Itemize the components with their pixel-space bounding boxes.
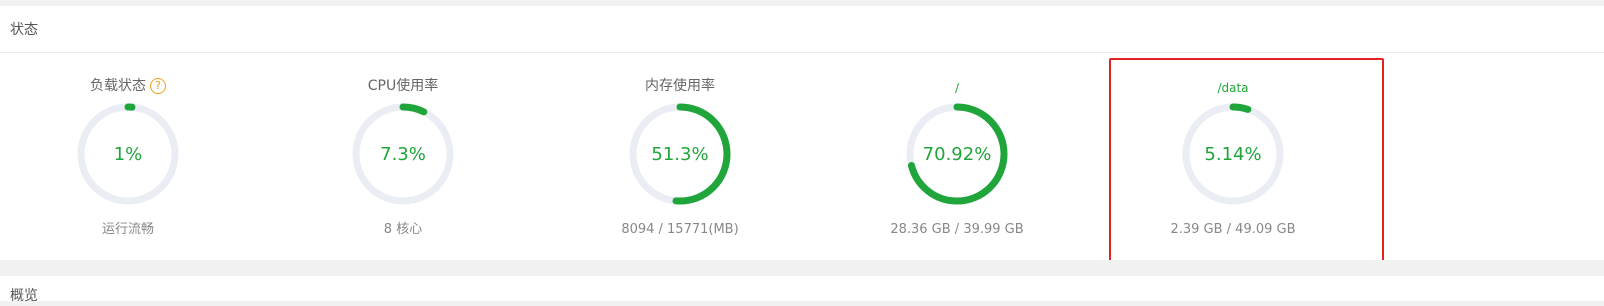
gauge-detail: 8 核心: [383, 222, 423, 237]
gauge-detail: 28.36 GB / 39.99 GB: [890, 222, 1024, 237]
root-disk-gauge[interactable]: / 70.92% 28.36 GB / 39.99 GB: [857, 68, 1057, 238]
load-status-gauge[interactable]: 负载状态? 1% 运行流畅: [28, 68, 228, 238]
gauge-label: 内存使用率: [645, 78, 715, 94]
gauge-value: 51.3%: [651, 144, 709, 165]
gauge-detail: 8094 / 15771(MB): [621, 222, 739, 237]
gauge-value: 70.92%: [922, 144, 992, 165]
gauge-label: /: [954, 81, 960, 95]
help-icon[interactable]: ?: [150, 78, 166, 94]
overview-panel: 概览: [0, 276, 1604, 304]
gauge-label: 负载状态?: [28, 76, 228, 96]
cpu-usage-gauge[interactable]: CPU使用率 7.3% 8 核心: [303, 68, 503, 238]
gauge-label: CPU使用率: [367, 78, 439, 94]
panel-gap: [0, 260, 1604, 276]
gauge-value: 1%: [113, 144, 143, 165]
highlight-annotation-box: [1109, 58, 1384, 264]
gauge-value: 7.3%: [380, 144, 426, 165]
memory-usage-gauge[interactable]: 内存使用率 51.3% 8094 / 15771(MB): [580, 68, 780, 238]
overview-panel-title: 概览: [10, 288, 38, 304]
gauge-detail: 运行流畅: [101, 222, 154, 237]
status-panel-header: 状态: [0, 6, 1604, 53]
gauge-label-text: 负载状态: [90, 78, 146, 94]
status-panel: 状态 负载状态? 1% 运行流畅 CPU使用率 7.3% 8 核心 内存使用率 …: [0, 6, 1604, 264]
status-panel-title: 状态: [10, 22, 38, 38]
